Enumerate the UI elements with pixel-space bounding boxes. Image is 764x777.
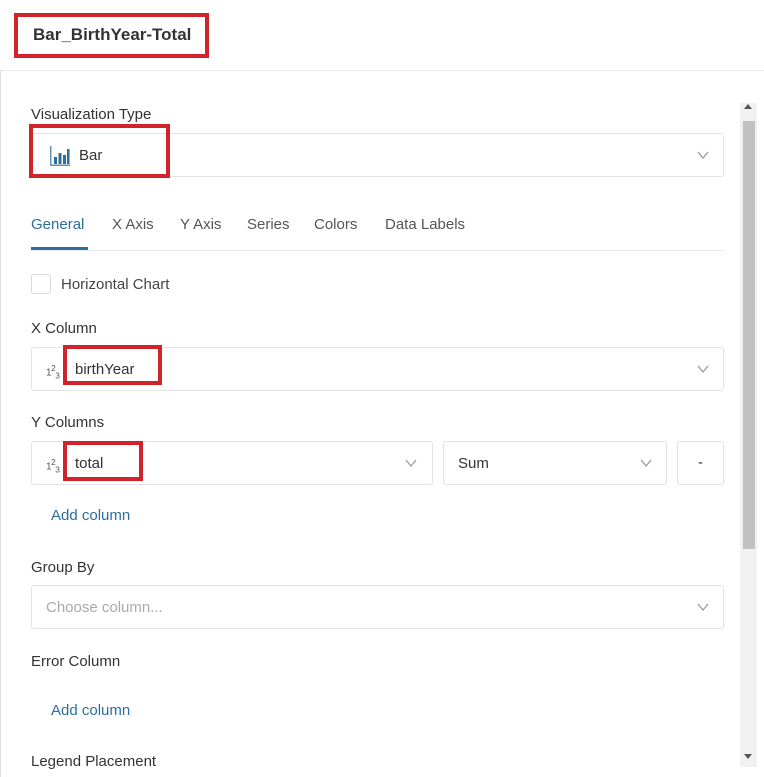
y-column-select[interactable]: 123 total [31, 441, 433, 485]
y-columns-label: Y Columns [31, 414, 105, 431]
dialog-header: Bar_BirthYear-Total [0, 0, 764, 71]
chevron-down-icon [405, 459, 417, 468]
panel-left-border [0, 71, 1, 777]
bar-chart-icon [49, 145, 71, 172]
scrollbar-thumb[interactable] [743, 121, 755, 549]
x-column-select[interactable]: 123 birthYear [31, 347, 724, 391]
visualization-type-value: Bar [79, 147, 103, 164]
chevron-down-icon [697, 365, 709, 374]
numeric-type-icon: 123 [46, 457, 60, 475]
aggregation-value: Sum [458, 455, 489, 472]
tab-data-labels[interactable]: Data Labels [385, 216, 465, 233]
active-tab-indicator [31, 247, 88, 250]
x-column-value: birthYear [75, 361, 135, 378]
chevron-down-icon [697, 603, 709, 612]
visualization-type-label: Visualization Type [31, 106, 152, 123]
tab-colors[interactable]: Colors [314, 216, 357, 233]
remove-y-column-button[interactable]: - [677, 441, 724, 485]
group-by-placeholder: Choose column... [46, 599, 163, 616]
tab-x-axis[interactable]: X Axis [112, 216, 154, 233]
x-column-label: X Column [31, 320, 97, 337]
page-title: Bar_BirthYear-Total [33, 25, 192, 44]
visualization-type-select[interactable]: Bar [31, 133, 724, 177]
y-column-value: total [75, 455, 104, 472]
horizontal-chart-checkbox[interactable] [31, 274, 51, 294]
tab-y-axis[interactable]: Y Axis [180, 216, 221, 233]
horizontal-chart-label[interactable]: Horizontal Chart [61, 276, 169, 293]
scroll-down-arrow-icon[interactable] [744, 754, 752, 759]
error-column-label: Error Column [31, 653, 121, 670]
chevron-down-icon [697, 151, 709, 160]
numeric-type-icon: 123 [46, 363, 60, 381]
settings-tabs: General X Axis Y Axis Series Colors Data… [31, 206, 724, 251]
legend-placement-label: Legend Placement [31, 753, 157, 770]
scroll-up-arrow-icon[interactable] [744, 104, 752, 109]
group-by-select[interactable]: Choose column... [31, 585, 724, 629]
add-y-column-link[interactable]: Add column [51, 507, 130, 524]
aggregation-select[interactable]: Sum [443, 441, 667, 485]
chevron-down-icon [640, 459, 652, 468]
add-error-column-link[interactable]: Add column [51, 702, 130, 719]
group-by-label: Group By [31, 559, 95, 576]
tab-general[interactable]: General [31, 216, 84, 233]
tab-series[interactable]: Series [247, 216, 290, 233]
